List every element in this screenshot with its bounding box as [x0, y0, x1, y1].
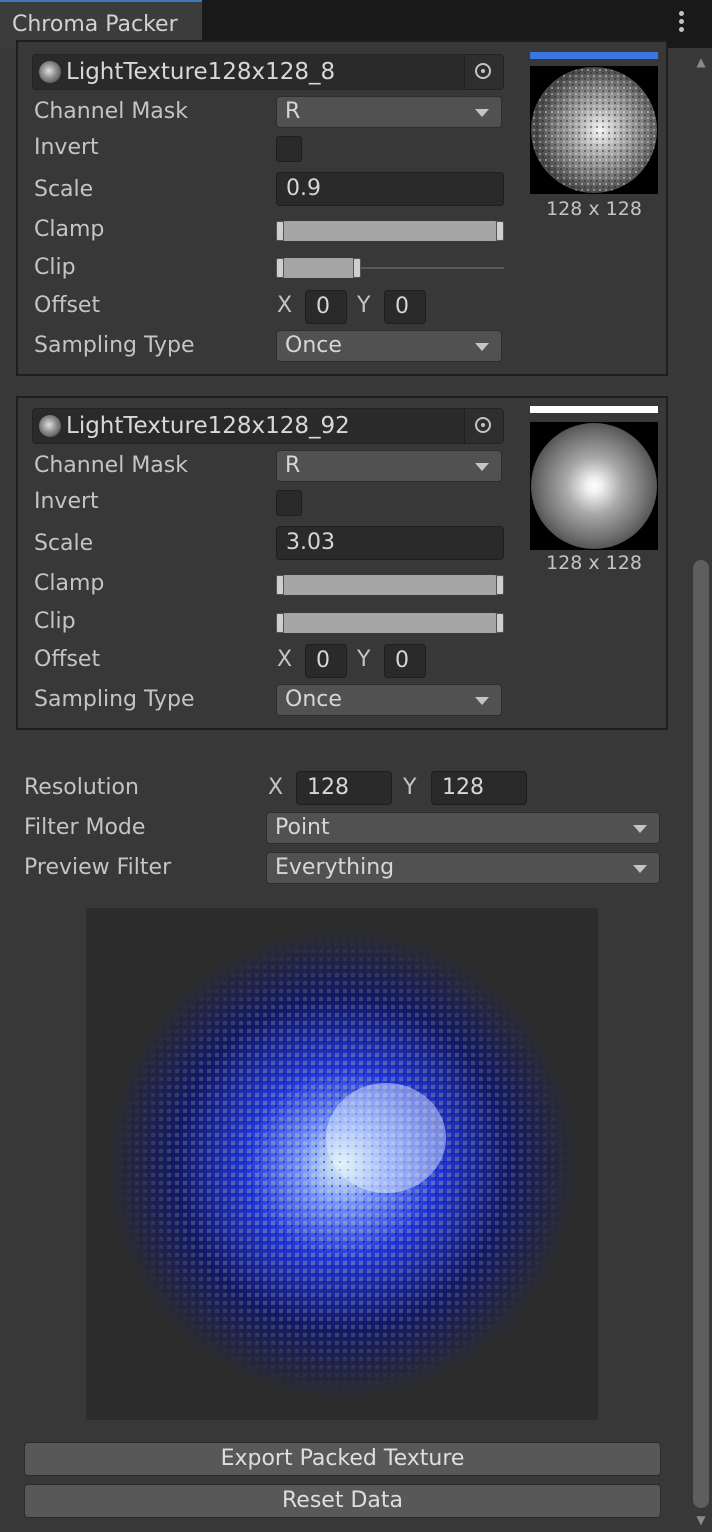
clamp-min-handle[interactable]	[276, 221, 284, 241]
offset-y-value: 0	[395, 294, 409, 319]
scale-value: 3.03	[286, 530, 335, 555]
filter-mode-label: Filter Mode	[24, 815, 146, 840]
object-picker-icon[interactable]	[464, 55, 503, 89]
texture-thumb-icon	[39, 61, 61, 83]
resolution-label: Resolution	[24, 775, 139, 800]
offset-y-value: 0	[395, 648, 409, 673]
clip-min-handle[interactable]	[276, 613, 284, 633]
clip-max-handle[interactable]	[353, 258, 361, 278]
reset-button-label: Reset Data	[282, 1488, 403, 1513]
scroll-down-icon[interactable]: ▼	[693, 1512, 709, 1528]
chevron-down-icon	[633, 825, 647, 833]
scale-value: 0.9	[286, 176, 321, 201]
channel-mask-label: Channel Mask	[34, 99, 188, 124]
sampling-type-label: Sampling Type	[34, 687, 195, 712]
clip-slider-range[interactable]	[276, 258, 361, 278]
sampling-type-dropdown[interactable]: Once	[276, 684, 502, 716]
kebab-menu-icon[interactable]	[670, 8, 692, 38]
preview-filter-dropdown[interactable]: Everything	[266, 852, 660, 884]
resolution-x-field[interactable]: 128	[296, 771, 392, 805]
reset-data-button[interactable]: Reset Data	[24, 1484, 661, 1518]
clamp-max-handle[interactable]	[496, 575, 504, 595]
resolution-x-label: X	[268, 775, 284, 800]
sampling-type-label: Sampling Type	[34, 333, 195, 358]
clamp-label: Clamp	[34, 571, 105, 596]
resolution-y-value: 128	[442, 775, 484, 800]
offset-y-field[interactable]: 0	[384, 644, 426, 678]
clip-max-handle[interactable]	[496, 613, 504, 633]
texture-preview	[530, 422, 658, 550]
scale-field[interactable]: 3.03	[276, 526, 504, 560]
channel-color-bar	[530, 406, 658, 413]
channel-mask-dropdown[interactable]: R	[276, 450, 502, 482]
scale-field[interactable]: 0.9	[276, 172, 504, 206]
clamp-max-handle[interactable]	[496, 221, 504, 241]
preview-filter-label: Preview Filter	[24, 855, 172, 880]
clip-min-handle[interactable]	[276, 258, 284, 278]
clip-label: Clip	[34, 255, 76, 280]
scroll-up-icon[interactable]: ▲	[693, 54, 709, 70]
chevron-down-icon	[475, 463, 489, 471]
chevron-down-icon	[633, 865, 647, 873]
scale-label: Scale	[34, 177, 94, 202]
scale-label: Scale	[34, 531, 94, 556]
offset-y-label: Y	[357, 293, 371, 318]
invert-label: Invert	[34, 489, 99, 514]
clamp-slider-range[interactable]	[276, 221, 504, 241]
invert-checkbox[interactable]	[276, 490, 302, 516]
chevron-down-icon	[475, 109, 489, 117]
texture-preview-image	[531, 67, 657, 193]
sampling-type-dropdown[interactable]: Once	[276, 330, 502, 362]
texture-dimensions: 128 x 128	[546, 552, 642, 574]
offset-x-value: 0	[316, 648, 330, 673]
clamp-slider-range[interactable]	[276, 575, 504, 595]
export-packed-texture-button[interactable]: Export Packed Texture	[24, 1442, 661, 1476]
clip-label: Clip	[34, 609, 76, 634]
texture-preview	[530, 66, 658, 194]
texture-name: LightTexture128x128_92	[66, 413, 350, 439]
invert-checkbox[interactable]	[276, 136, 302, 162]
texture-dimensions: 128 x 128	[546, 198, 642, 220]
scrollbar-thumb[interactable]	[693, 560, 709, 1508]
export-button-label: Export Packed Texture	[220, 1446, 465, 1471]
window-title: Chroma Packer	[12, 12, 178, 37]
offset-y-field[interactable]: 0	[384, 290, 426, 324]
texture-object-field[interactable]: LightTexture128x128_92	[32, 408, 504, 444]
clamp-label: Clamp	[34, 217, 105, 242]
channel-color-bar	[530, 52, 658, 59]
filter-mode-dropdown[interactable]: Point	[266, 812, 660, 844]
filter-mode-value: Point	[275, 815, 330, 840]
channel-mask-dropdown[interactable]: R	[276, 96, 502, 128]
chevron-down-icon	[475, 343, 489, 351]
offset-x-label: X	[277, 293, 293, 318]
resolution-x-value: 128	[307, 775, 349, 800]
chevron-down-icon	[475, 697, 489, 705]
offset-label: Offset	[34, 293, 101, 318]
offset-y-label: Y	[357, 647, 371, 672]
object-picker-icon[interactable]	[464, 409, 503, 443]
offset-x-label: X	[277, 647, 293, 672]
preview-filter-value: Everything	[275, 855, 395, 880]
channel-mask-label: Channel Mask	[34, 453, 188, 478]
packed-texture-image	[106, 928, 578, 1400]
offset-x-field[interactable]: 0	[305, 644, 347, 678]
texture-preview-image	[531, 423, 657, 549]
clamp-min-handle[interactable]	[276, 575, 284, 595]
texture-name: LightTexture128x128_8	[66, 59, 336, 85]
sampling-type-value: Once	[285, 333, 342, 358]
packed-texture-preview	[86, 908, 598, 1420]
channel-mask-value: R	[285, 99, 301, 124]
texture-thumb-icon	[39, 415, 61, 437]
resolution-y-label: Y	[403, 775, 417, 800]
offset-x-value: 0	[316, 294, 330, 319]
sampling-type-value: Once	[285, 687, 342, 712]
offset-label: Offset	[34, 647, 101, 672]
offset-x-field[interactable]: 0	[305, 290, 347, 324]
invert-label: Invert	[34, 135, 99, 160]
resolution-y-field[interactable]: 128	[431, 771, 527, 805]
texture-object-field[interactable]: LightTexture128x128_8	[32, 54, 504, 90]
clip-slider-range[interactable]	[276, 613, 504, 633]
channel-mask-value: R	[285, 453, 301, 478]
